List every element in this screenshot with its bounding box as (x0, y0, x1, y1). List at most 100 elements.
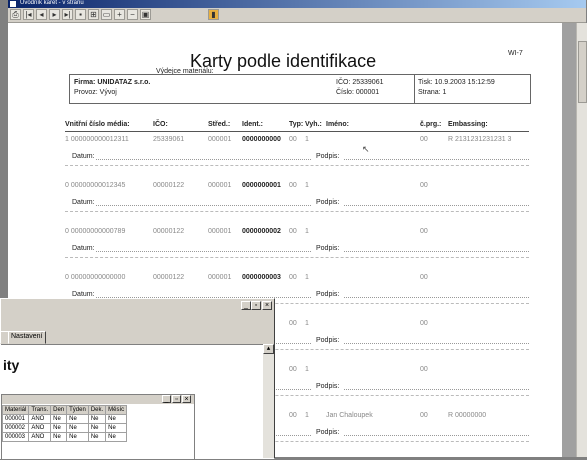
tab-nastaveni[interactable]: Nastavení (8, 331, 46, 344)
grid-cell[interactable]: Ne (105, 414, 128, 424)
cell-stred: 000001 (208, 136, 232, 143)
prev-page-icon[interactable]: ◂ (36, 9, 47, 20)
grid-cell[interactable]: Ne (66, 414, 89, 424)
tab-strip: Nastavení (0, 331, 274, 344)
grid-cell[interactable]: Ne (105, 432, 128, 442)
cell-typ: 00 (289, 182, 297, 189)
podpis-label: Podpis: (316, 291, 340, 298)
last-page-icon[interactable]: ▸| (62, 9, 73, 20)
minimize-button[interactable]: _ (241, 301, 251, 310)
datum-label: Datum: (72, 245, 95, 252)
grid-row[interactable]: 000003 ANO Ne Ne Ne Ne (1, 432, 128, 442)
cell-cprg: 00 (420, 274, 428, 281)
vertical-scrollbar[interactable] (576, 23, 587, 457)
podpis-line (344, 205, 529, 206)
firma: Firma: UNIDATAZ s.r.o. (74, 79, 151, 86)
cell-typ: 00 (289, 320, 297, 327)
datum-line (96, 251, 311, 252)
save-icon[interactable]: ▪ (75, 9, 86, 20)
cell-media: 0 00000000000789 (65, 228, 126, 235)
grid-row[interactable]: 000002 ANO Ne Ne Ne Ne (1, 423, 128, 433)
cell-cprg: 00 (420, 412, 428, 419)
settings-window: _ ▫ × Nastavení ity ▴ _ ▫ × Materiál Tran… (0, 298, 275, 460)
cell-ico: 00000122 (153, 228, 185, 235)
col-jmeno: Iméno: (326, 121, 349, 128)
grid-cell[interactable]: Ne (87, 432, 107, 442)
grid-cell[interactable]: ANO (28, 432, 52, 442)
col-media: Vnitřní číslo média: (65, 121, 130, 128)
grid-cell[interactable]: 000002 (1, 423, 30, 433)
cislo: Číslo: 000001 (336, 89, 380, 96)
cell-cprg: 00 (420, 320, 428, 327)
grid-window-caption: _ ▫ × (2, 395, 194, 404)
grid-cell[interactable]: Ne (66, 423, 89, 433)
grid-cell[interactable]: ANO (28, 423, 52, 433)
maximize-button[interactable]: ▫ (251, 301, 261, 310)
settings-icon[interactable]: ▣ (140, 9, 151, 20)
grid-cell[interactable]: Ne (87, 414, 107, 424)
close-button[interactable]: × (262, 301, 272, 310)
app-icon (10, 1, 16, 7)
grid-header-cell[interactable]: Dek. (87, 405, 107, 415)
podpis-label: Podpis: (316, 153, 340, 160)
zoom-out-icon[interactable]: − (127, 9, 138, 20)
grid-cell[interactable]: Ne (50, 423, 68, 433)
grid-header-cell[interactable]: Materiál (1, 405, 30, 415)
grid-minimize-button[interactable]: _ (162, 395, 171, 403)
report-code: WI-7 (508, 50, 523, 57)
grid-cell[interactable]: Ne (105, 423, 128, 433)
close-icon[interactable]: ▮ (208, 9, 219, 20)
col-stred: Střed.: (208, 121, 231, 128)
mouse-cursor-icon: ↖ (362, 144, 370, 154)
zoom-icon[interactable]: ⊞ (88, 9, 99, 20)
cell-cprg: 00 (420, 366, 428, 373)
next-page-icon[interactable]: ▸ (49, 9, 60, 20)
grid-cell[interactable]: Ne (66, 432, 89, 442)
podpis-label: Podpis: (316, 429, 340, 436)
scroll-up-icon[interactable]: ▴ (263, 344, 274, 354)
grid-cell[interactable]: Ne (87, 423, 107, 433)
grid-row[interactable]: 000001 ANO Ne Ne Ne Ne (1, 414, 128, 424)
section-heading: ity (3, 357, 20, 373)
grid-close-button[interactable]: × (182, 395, 191, 403)
col-ident: Ident.: (242, 121, 263, 128)
grid-header-cell[interactable]: Den (50, 405, 68, 415)
cell-typ: 00 (289, 136, 297, 143)
header-rule (65, 131, 529, 132)
col-typ: Typ: (289, 121, 304, 128)
cell-vyh: 1 (305, 274, 309, 281)
zoom-in-icon[interactable]: + (114, 9, 125, 20)
first-page-icon[interactable]: |◂ (23, 9, 34, 20)
grid-header-cell[interactable]: Měsíc (105, 405, 128, 415)
cell-ident: 0000000003 (242, 274, 281, 281)
cell-ico: 25339061 (153, 136, 185, 143)
material-grid: Materiál Trans. Den Týden Dek. Měsíc 000001 ANO… (1, 405, 128, 442)
settings-caption: _ ▫ × (1, 299, 274, 312)
grid-maximize-button[interactable]: ▫ (172, 395, 181, 403)
podpis-line (344, 435, 529, 436)
cell-media: 0 00000000000000 (65, 274, 126, 281)
title-bar: Úvodník karet - v stranu (8, 0, 586, 8)
col-ico: IČO: (153, 121, 168, 128)
grid-header-cell[interactable]: Týden (66, 405, 89, 415)
header-divider (414, 74, 415, 104)
page-icon[interactable]: ▭ (101, 9, 112, 20)
cell-emb: R 00000000 (448, 412, 487, 419)
cell-vyh: 1 (305, 366, 309, 373)
grid-cell[interactable]: 000001 (1, 414, 30, 424)
print-icon[interactable]: ⎙ (10, 9, 21, 20)
grid-cell[interactable]: 000003 (1, 432, 30, 442)
report-title: Karty podle identifikace (190, 51, 377, 71)
grid-cell[interactable]: Ne (50, 432, 68, 442)
grid-cell[interactable]: ANO (28, 414, 52, 424)
cell-stred: 000001 (208, 182, 232, 189)
ico: IČO: 25339061 (336, 79, 384, 86)
col-vyh: Vyh.: (305, 121, 322, 128)
cell-vyh: 1 (305, 412, 309, 419)
col-emb: Embassing: (448, 121, 488, 128)
scroll-thumb[interactable] (578, 41, 587, 103)
grid-header-cell[interactable]: Trans. (28, 405, 52, 415)
grid-cell[interactable]: Ne (50, 414, 68, 424)
cell-jmeno: Jan Chaloupek (326, 412, 373, 419)
pane-scrollbar[interactable]: ▴ (263, 344, 274, 458)
